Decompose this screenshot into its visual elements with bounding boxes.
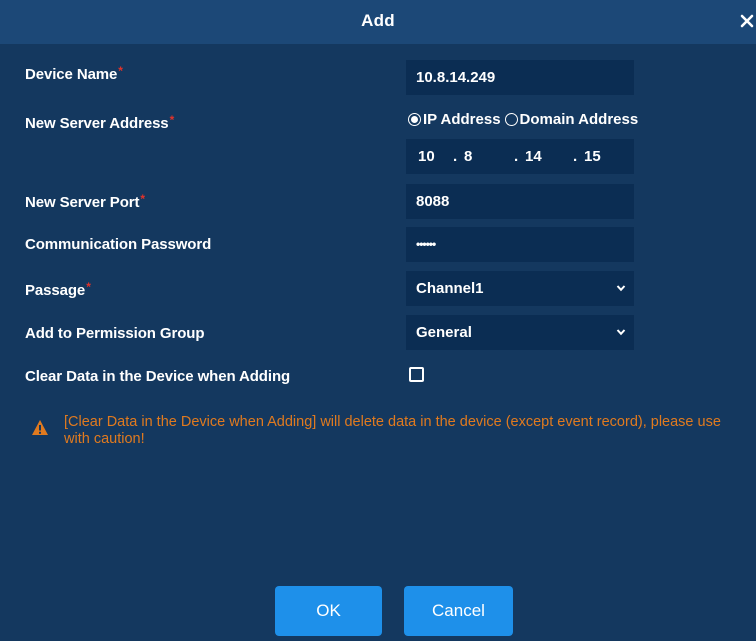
close-icon[interactable] [740,14,754,28]
ip-octet-2[interactable]: 8 [464,139,472,174]
device-name-label: Device Name* [25,64,123,83]
comm-password-input[interactable]: •••••• [406,227,634,262]
ip-separator: . [453,148,458,165]
ok-button[interactable]: OK [275,586,382,636]
cancel-button[interactable]: Cancel [404,586,513,636]
passage-selected-value: Channel1 [416,280,484,297]
device-name-label-text: Device Name [25,66,118,83]
required-mark: * [169,113,175,127]
required-mark: * [86,280,91,294]
clear-data-label: Clear Data in the Device when Adding [25,368,290,385]
warning-icon [32,420,48,435]
ip-octet-3[interactable]: 14 [525,139,542,174]
device-name-value: 10.8.14.249 [416,69,496,86]
permission-group-selected-value: General [416,324,472,341]
chevron-down-icon[interactable] [616,283,626,293]
passage-label-text: Passage [25,282,86,299]
server-address-label-text: New Server Address [25,115,169,132]
ip-address-input[interactable]: 10 . 8 . 14 . 15 [406,139,634,174]
ip-octet-1[interactable]: 10 [418,139,435,174]
ip-address-radio-label[interactable]: IP Address [423,111,501,128]
chevron-down-icon[interactable] [616,327,626,337]
ip-address-radio[interactable] [408,113,421,126]
domain-address-radio[interactable] [504,113,518,126]
required-mark: * [118,64,123,78]
comm-password-value: •••••• [416,237,436,251]
ip-separator: . [573,148,578,165]
server-port-label: New Server Port* [25,192,145,211]
dialog-body [0,44,756,641]
server-port-label-text: New Server Port [25,194,140,211]
domain-address-radio-label[interactable]: Domain Address [520,111,639,128]
ip-separator: . [514,148,519,165]
permission-group-label-text: Add to Permission Group [25,325,205,342]
permission-group-select[interactable]: General [406,315,634,350]
radio-selected-dot [411,116,418,123]
clear-data-label-text: Clear Data in the Device when Adding [25,368,291,385]
device-name-input[interactable]: 10.8.14.249 [406,60,634,95]
passage-select[interactable]: Channel1 [406,271,634,306]
warning-text: [Clear Data in the Device when Adding] w… [64,414,721,447]
server-address-label: New Server Address* [25,113,175,132]
passage-label: Passage* [25,280,91,299]
ip-octet-4[interactable]: 15 [584,139,601,174]
comm-password-label: Communication Password [25,236,211,253]
required-mark: * [140,192,145,206]
server-port-value: 8088 [416,193,450,210]
dialog-titlebar: Add [0,0,756,44]
comm-password-label-text: Communication Password [25,236,212,253]
clear-data-checkbox[interactable] [409,367,424,382]
address-type-radio-group: IP Address Domain Address [408,111,638,128]
server-port-input[interactable]: 8088 [406,184,634,219]
permission-group-label: Add to Permission Group [25,325,204,342]
dialog-title: Add [361,11,395,30]
